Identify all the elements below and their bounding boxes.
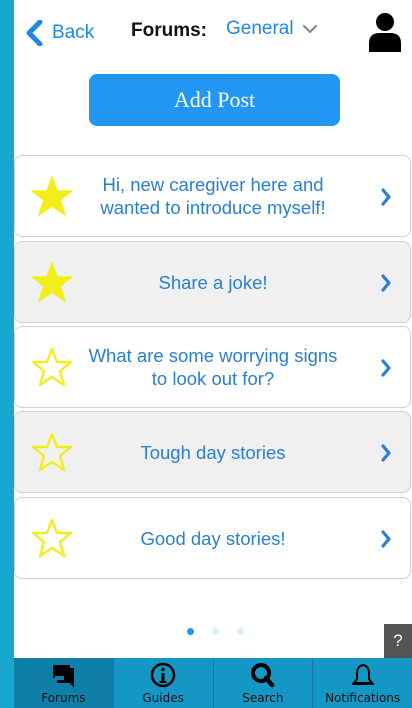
page-indicator [187, 628, 244, 635]
help-button[interactable]: ? [384, 624, 412, 658]
page-dot-2[interactable] [212, 628, 219, 635]
post-title: Good day stories! [140, 527, 286, 549]
star-outline-icon[interactable] [31, 432, 73, 472]
post-title: Tough day stories [140, 441, 286, 463]
post-row-worrying-signs[interactable]: What are some worrying signs to look out… [14, 326, 411, 408]
chevron-right-icon [381, 188, 391, 206]
forums-icon [53, 665, 75, 688]
chevron-down-icon [302, 24, 317, 34]
app-screen: Back Forums: General Add Post Hi, new ca… [14, 0, 412, 708]
header: Back Forums: General [14, 0, 412, 66]
chevron-right-icon [381, 444, 391, 462]
chevron-left-icon [26, 20, 43, 46]
post-title: Share a joke! [158, 271, 268, 293]
post-row-introduce[interactable]: Hi, new caregiver here and wanted to int… [14, 155, 411, 237]
chevron-right-icon [381, 274, 391, 292]
star-filled-icon[interactable] [31, 262, 73, 302]
search-icon [250, 663, 275, 688]
info-icon [150, 662, 176, 688]
chevron-right-icon [381, 359, 391, 377]
post-title: Hi, new caregiver here and wanted to int… [100, 174, 326, 218]
back-label: Back [52, 22, 95, 43]
back-button[interactable]: Back [24, 20, 94, 46]
star-filled-icon[interactable] [31, 176, 73, 216]
add-post-button[interactable]: Add Post [89, 74, 340, 126]
tab-label: Search [242, 691, 284, 705]
post-row-tough-day[interactable]: Tough day stories [14, 411, 411, 493]
forum-dropdown[interactable]: General [226, 18, 318, 40]
chevron-right-icon [381, 530, 391, 548]
tab-notifications[interactable]: Notifications [313, 658, 412, 708]
post-row-joke[interactable]: Share a joke! [14, 241, 411, 323]
star-outline-icon[interactable] [31, 518, 73, 558]
star-outline-icon[interactable] [31, 347, 73, 387]
page-dot-1[interactable] [187, 628, 194, 635]
tab-label: Guides [142, 691, 184, 705]
tab-bar: Forums Guides Search Notifications [14, 658, 412, 708]
tab-label: Notifications [325, 691, 401, 705]
post-title: What are some worrying signs to look out… [88, 345, 338, 389]
tab-label: Forums [41, 691, 86, 705]
forums-label: Forums: [131, 20, 207, 41]
page-dot-3[interactable] [237, 628, 244, 635]
bell-icon [351, 664, 374, 685]
post-row-good-day[interactable]: Good day stories! [14, 497, 411, 579]
profile-icon[interactable] [368, 12, 402, 52]
tab-forums[interactable]: Forums [14, 658, 114, 708]
tab-guides[interactable]: Guides [114, 658, 214, 708]
tab-search[interactable]: Search [214, 658, 314, 708]
forum-selected-value: General [226, 18, 294, 39]
